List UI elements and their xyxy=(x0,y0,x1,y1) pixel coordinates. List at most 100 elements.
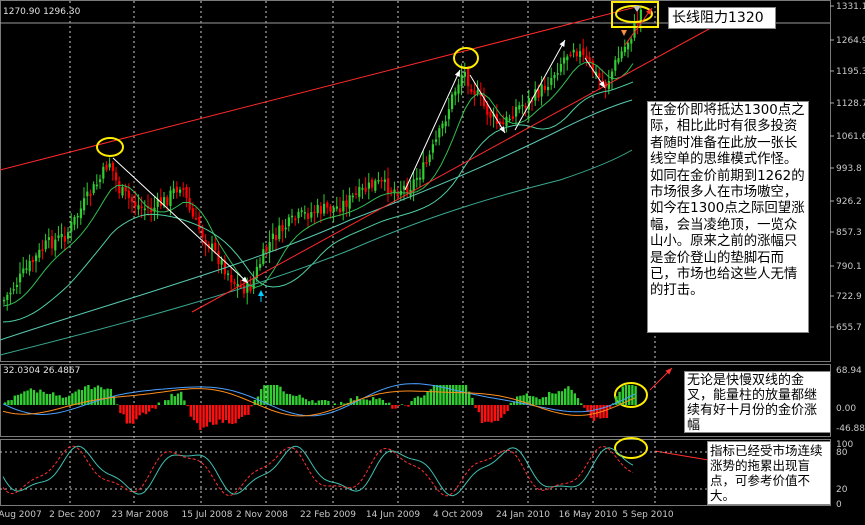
macd-bar xyxy=(567,386,570,405)
macd-bar xyxy=(189,405,192,417)
macd-bar xyxy=(404,405,407,406)
candle-body xyxy=(86,191,89,197)
candle-body xyxy=(76,215,79,218)
candle-body xyxy=(380,179,383,182)
candle-body xyxy=(473,90,476,95)
macd-bar xyxy=(176,393,180,405)
macd-bar xyxy=(218,405,221,420)
macd-bar xyxy=(420,397,423,405)
macd-bar xyxy=(23,391,26,405)
macd-bar xyxy=(224,405,228,421)
stoch-tick-label: 80 xyxy=(836,448,848,458)
macd-bar xyxy=(141,405,144,413)
macd-bar xyxy=(452,385,455,405)
date-label: 24 Jan 2010 xyxy=(496,510,550,520)
candle-body xyxy=(6,294,9,300)
candle-body xyxy=(387,178,390,194)
candle-body xyxy=(537,89,540,98)
macd-bar xyxy=(484,405,487,422)
macd-bar xyxy=(247,405,250,415)
macd-tick-label: 68.94 xyxy=(836,366,862,376)
macd-bar xyxy=(87,385,90,405)
macd-bar xyxy=(157,402,160,405)
macd-bar xyxy=(298,394,301,405)
macd-bar xyxy=(36,392,39,405)
macd-bar xyxy=(557,391,560,405)
price-tick-label: 993.8 xyxy=(836,164,862,174)
candle-body xyxy=(259,264,262,268)
macd-bar xyxy=(317,400,320,405)
macd-bar xyxy=(397,405,400,406)
macd-bar xyxy=(116,404,119,405)
stoch-tick-label: 0 xyxy=(836,500,842,510)
stoch-tick-label: 20 xyxy=(836,485,848,495)
candle-body xyxy=(278,225,281,240)
macd-bar xyxy=(221,405,224,423)
candle-body xyxy=(47,237,50,240)
candle-body xyxy=(230,274,233,283)
macd-bar xyxy=(26,390,29,405)
macd-bar xyxy=(535,397,538,405)
macd-bar xyxy=(375,399,378,405)
macd-bar xyxy=(308,401,311,405)
candle-body xyxy=(569,54,572,57)
macd-bar xyxy=(490,405,493,423)
macd-bar xyxy=(464,385,468,405)
macd-bar xyxy=(173,396,176,405)
macd-bar xyxy=(29,388,32,405)
candle-body xyxy=(355,193,358,195)
macd-bar xyxy=(39,389,42,405)
candle-body xyxy=(614,59,617,71)
macd-bar xyxy=(288,394,292,405)
macd-bar xyxy=(407,405,410,407)
candle-body xyxy=(131,197,134,202)
macd-bar xyxy=(423,395,426,405)
stoch-panel-border xyxy=(0,439,831,506)
macd-bar xyxy=(324,400,327,405)
candle-body xyxy=(444,121,447,127)
stochastic-panel xyxy=(0,445,830,497)
macd-bar xyxy=(58,395,61,405)
macd-bar xyxy=(61,397,64,405)
candle-body xyxy=(134,201,137,207)
macd-bar xyxy=(192,405,196,421)
candle-body xyxy=(435,139,438,142)
candle-body xyxy=(441,123,444,129)
macd-bar xyxy=(458,385,461,405)
trend-arrow xyxy=(514,39,566,131)
candle-body xyxy=(390,190,393,193)
candle-body xyxy=(313,211,316,214)
macd-bar xyxy=(496,405,500,421)
candle-body xyxy=(639,9,642,21)
candle-body xyxy=(540,84,543,97)
macd-bar xyxy=(400,404,404,405)
candle-body xyxy=(348,195,351,209)
macd-bar xyxy=(560,391,564,405)
macd-bar xyxy=(413,397,416,405)
macd-bar xyxy=(119,405,122,414)
candle-body xyxy=(559,64,562,72)
macd-bar xyxy=(618,391,621,405)
macd-bar xyxy=(480,405,484,424)
candle-body xyxy=(19,273,22,283)
candle-body xyxy=(323,203,326,214)
macd-bar xyxy=(32,389,36,405)
candle-body xyxy=(73,217,76,225)
macd-bar xyxy=(231,405,234,424)
candle-body xyxy=(12,289,15,291)
macd-bar xyxy=(269,385,272,405)
candle-body xyxy=(329,206,332,212)
candle-body xyxy=(67,232,70,239)
candle-body xyxy=(191,208,194,217)
candle-body xyxy=(563,57,566,64)
ma-xlong xyxy=(0,149,633,356)
macd-bar xyxy=(96,385,100,405)
date-label: 15 Jul 2008 xyxy=(182,510,233,520)
macd-bar xyxy=(538,399,541,405)
macd-bar xyxy=(45,393,48,405)
macd-bar xyxy=(202,405,205,428)
candle-body xyxy=(419,177,422,180)
macd-tick-label: 0.00 xyxy=(836,404,856,414)
macd-bar xyxy=(228,405,231,424)
candle-body xyxy=(553,74,556,79)
